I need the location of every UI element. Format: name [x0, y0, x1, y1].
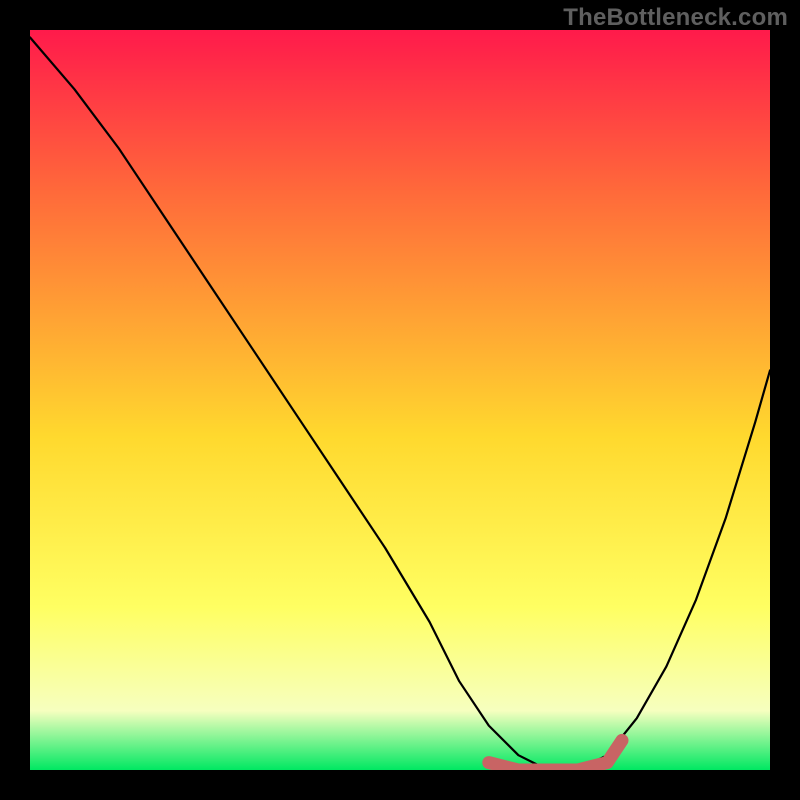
watermark-text: TheBottleneck.com — [563, 4, 788, 32]
gradient-background — [30, 30, 770, 770]
chart-frame: TheBottleneck.com — [0, 0, 800, 800]
plot-area — [30, 30, 770, 770]
chart-svg — [30, 30, 770, 770]
